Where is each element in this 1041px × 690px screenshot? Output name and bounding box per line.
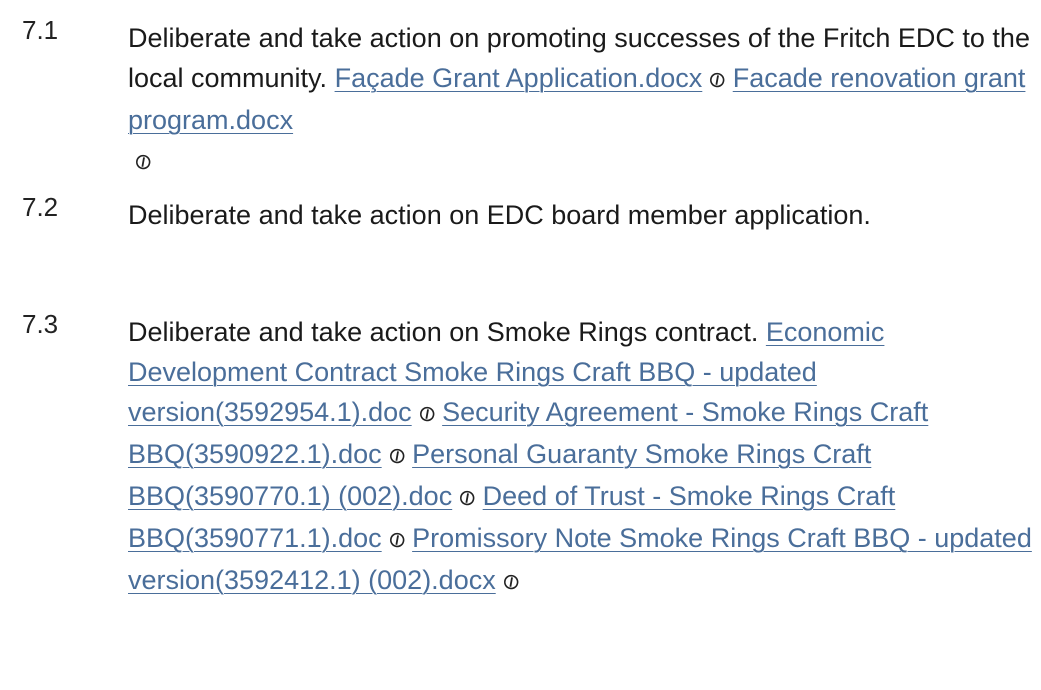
paperclip-icon: ⊘ xyxy=(381,524,412,556)
paperclip-icon: ⊘ xyxy=(411,398,442,430)
item-number: 7.3 xyxy=(22,309,59,339)
item-text: Deliberate and take action on Smoke Ring… xyxy=(128,317,759,347)
item-body: Deliberate and take action on EDC board … xyxy=(128,195,1033,235)
attachment-link[interactable]: Façade Grant Application.docx xyxy=(335,63,703,93)
item-number: 7.1 xyxy=(22,15,59,45)
paperclip-icon: ⊘ xyxy=(702,64,732,96)
paperclip-icon: ⊘ xyxy=(452,482,482,514)
paperclip-icon: ⊘ xyxy=(128,146,158,178)
item-number: 7.2 xyxy=(22,192,59,222)
item-body: Deliberate and take action on Smoke Ring… xyxy=(128,312,1033,602)
item-body: Deliberate and take action on promoting … xyxy=(128,18,1033,182)
item-text: Deliberate and take action on EDC board … xyxy=(128,200,871,230)
paperclip-icon: ⊘ xyxy=(381,440,412,472)
paperclip-icon: ⊘ xyxy=(495,566,526,598)
